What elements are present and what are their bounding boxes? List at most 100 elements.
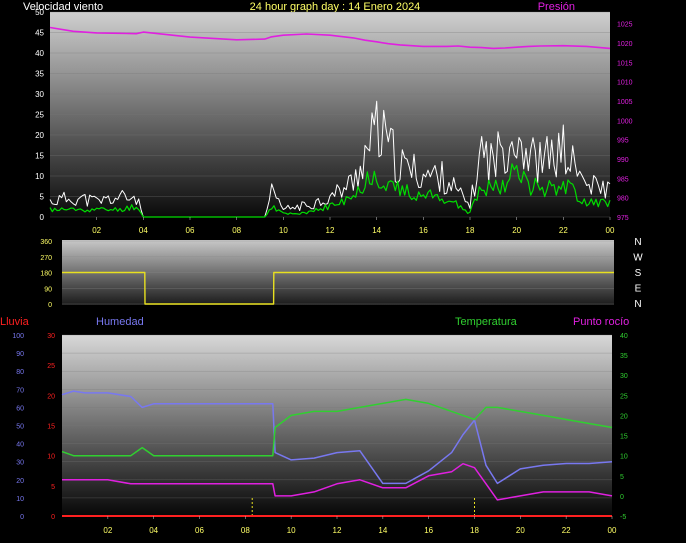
time-tick-label: 00	[608, 526, 617, 535]
time-tick-label: 02	[103, 526, 112, 535]
wind-tick-label: 30	[35, 90, 44, 99]
time-tick-label: 16	[419, 226, 428, 235]
wind-tick-label: 10	[35, 172, 44, 181]
humidity-tick-label: 30	[16, 460, 24, 467]
time-tick-label: 12	[326, 226, 335, 235]
pressure-tick-label: 1020	[617, 41, 633, 48]
humidity-label: Humedad	[96, 316, 144, 328]
time-tick-label: 00	[606, 226, 615, 235]
humidity-tick-label: 70	[16, 387, 24, 394]
wind-tick-label: 40	[35, 49, 44, 58]
time-tick-label: 04	[139, 226, 148, 235]
rain-tick-label: 20	[47, 393, 55, 400]
temperature-tick-label: -5	[620, 514, 626, 521]
compass-letter: S	[635, 268, 642, 279]
time-tick-label: 10	[287, 526, 296, 535]
dewpoint-label: Punto rocío	[573, 316, 629, 328]
compass-letter: E	[635, 284, 642, 295]
temperature-axis: -5 0 5 10 15 20 25 30 35 40	[620, 333, 628, 521]
humidity-tick-label: 60	[16, 405, 24, 412]
humidity-tick-label: 80	[16, 369, 24, 376]
temperature-tick-label: 35	[620, 353, 628, 360]
temperature-tick-label: 0	[620, 494, 624, 501]
time-tick-label: 06	[195, 526, 204, 535]
time-tick-label: 06	[186, 226, 195, 235]
time-tick-label: 18	[470, 526, 479, 535]
time-tick-label: 04	[149, 526, 158, 535]
humidity-tick-label: 50	[16, 424, 24, 431]
direction-tick-label: 180	[40, 271, 52, 278]
temperature-tick-label: 30	[620, 373, 628, 380]
rain-label: Lluvia	[0, 316, 30, 328]
compass-letters: NWSEN	[633, 237, 643, 310]
pressure-tick-label: 1015	[617, 60, 633, 67]
rain-axis: 0 5 10 15 20 25 30	[47, 333, 55, 521]
humidity-tick-label: 100	[12, 333, 24, 340]
rain-tick-label: 30	[47, 333, 55, 340]
wind-speed-axis: 0 5 10 15 20 25 30 35 40 45 50	[35, 8, 44, 222]
direction-axis: 0 90 180 270 360	[40, 239, 52, 309]
direction-tick-label: 0	[48, 302, 52, 309]
temperature-tick-label: 5	[620, 474, 624, 481]
wind-tick-label: 15	[35, 152, 44, 161]
pressure-axis: 975 980 985 990 995 1000 1005 1010 1015 1020 1025	[617, 22, 633, 222]
pressure-tick-label: 975	[617, 215, 629, 222]
direction-tick-label: 360	[40, 239, 52, 246]
pressure-tick-label: 1010	[617, 80, 633, 87]
pressure-tick-label: 1025	[617, 22, 633, 29]
wind-tick-label: 45	[35, 29, 44, 38]
humidity-tick-label: 0	[20, 514, 24, 521]
humidity-time-axis: 02 04 06 08 10 12 14 16 18 20 22 00	[103, 516, 617, 535]
wind-tick-label: 25	[35, 111, 44, 120]
pressure-tick-label: 995	[617, 138, 629, 145]
humidity-axis: 0 10 20 30 40 50 60 70 80 90 100	[12, 333, 24, 521]
temperature-tick-label: 40	[620, 333, 628, 340]
compass-letter: N	[634, 237, 641, 248]
wind-tick-label: 35	[35, 70, 44, 79]
temperature-label: Temperatura	[455, 316, 518, 328]
humidity-tick-label: 40	[16, 442, 24, 449]
pressure-tick-label: 1005	[617, 99, 633, 106]
wind-tick-label: 5	[40, 193, 45, 202]
time-tick-label: 10	[279, 226, 288, 235]
time-tick-label: 08	[241, 526, 250, 535]
time-tick-label: 12	[333, 526, 342, 535]
pressure-tick-label: 985	[617, 176, 629, 183]
temperature-tick-label: 25	[620, 393, 628, 400]
wind-tick-label: 50	[35, 8, 44, 17]
compass-letter: W	[633, 253, 643, 264]
wind-tick-label: 0	[40, 213, 45, 222]
pressure-tick-label: 980	[617, 196, 629, 203]
wind-tick-label: 20	[35, 131, 44, 140]
time-tick-label: 02	[92, 226, 101, 235]
wind-time-axis: 02 04 06 08 10 12 14 16 18 20 22 00	[92, 217, 615, 235]
time-tick-label: 16	[424, 526, 433, 535]
rain-tick-label: 5	[51, 484, 55, 491]
humidity-tick-label: 10	[16, 496, 24, 503]
humidity-tick-label: 90	[16, 351, 24, 358]
chart-title: 24 hour graph day : 14 Enero 2024	[250, 1, 421, 13]
time-tick-label: 22	[562, 526, 571, 535]
rain-tick-label: 0	[51, 514, 55, 521]
time-tick-label: 14	[378, 526, 387, 535]
pressure-label: Presión	[538, 1, 575, 13]
time-tick-label: 20	[512, 226, 521, 235]
weather-charts: Velocidad viento 24 hour graph day : 14 …	[0, 1, 643, 535]
time-tick-label: 08	[232, 226, 241, 235]
pressure-tick-label: 1000	[617, 118, 633, 125]
temperature-tick-label: 20	[620, 413, 628, 420]
direction-tick-label: 270	[40, 255, 52, 262]
rain-tick-label: 15	[47, 424, 55, 431]
pressure-tick-label: 990	[617, 157, 629, 164]
rain-tick-label: 10	[47, 454, 55, 461]
direction-tick-label: 90	[44, 286, 52, 293]
time-tick-label: 18	[466, 226, 475, 235]
rain-tick-label: 25	[47, 363, 55, 370]
time-tick-label: 22	[559, 226, 568, 235]
time-tick-label: 20	[516, 526, 525, 535]
humidity-tick-label: 20	[16, 478, 24, 485]
temperature-tick-label: 15	[620, 434, 628, 441]
temperature-tick-label: 10	[620, 454, 628, 461]
humidity-temperature-panel	[62, 335, 612, 517]
compass-letter: N	[634, 299, 641, 310]
